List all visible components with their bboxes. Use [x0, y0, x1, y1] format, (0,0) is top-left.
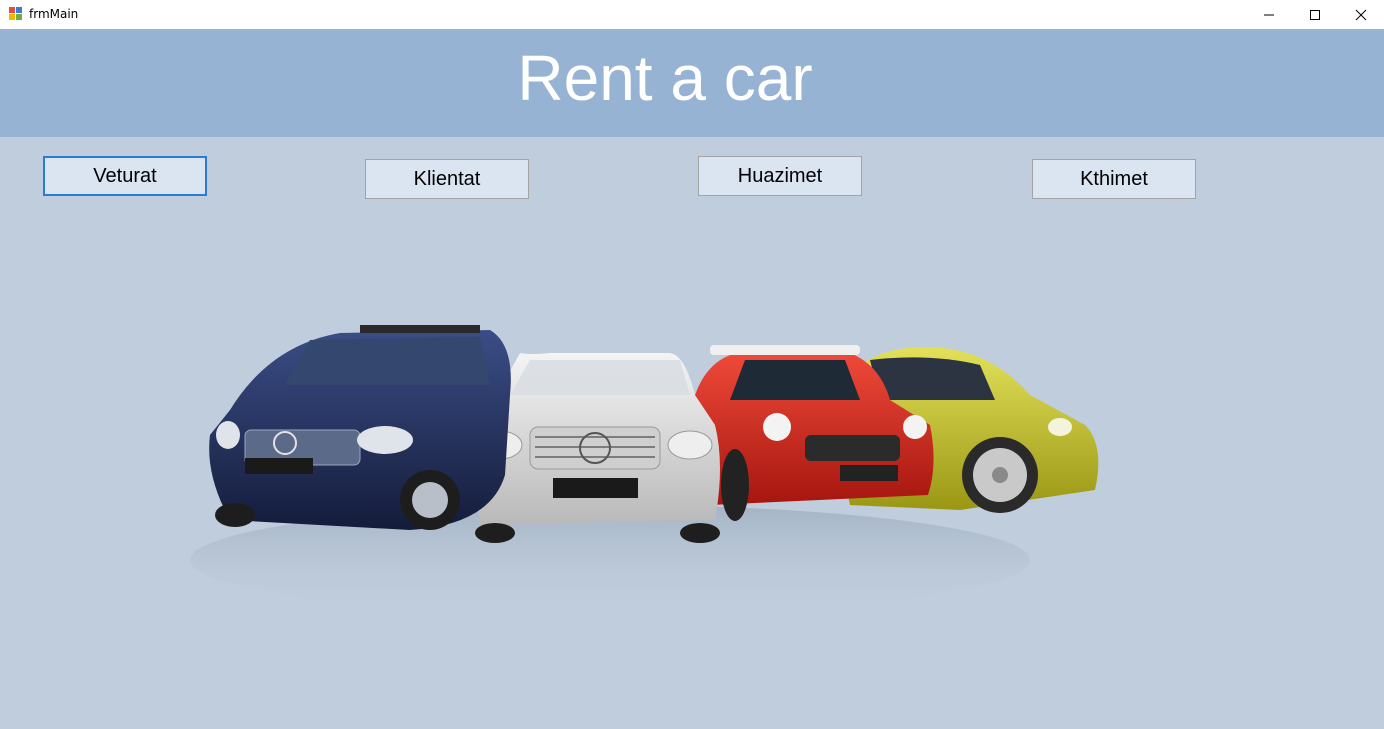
close-icon — [1355, 9, 1367, 20]
minimize-button[interactable] — [1246, 0, 1292, 29]
minimize-icon — [1264, 14, 1274, 15]
cars-image — [190, 325, 1099, 615]
window-titlebar: frmMain — [0, 0, 1384, 29]
veturat-button[interactable]: Veturat — [43, 156, 207, 196]
kthimet-button[interactable]: Kthimet — [1032, 159, 1196, 199]
blue-car — [209, 325, 511, 530]
app-icon — [9, 7, 22, 20]
huazimet-button[interactable]: Huazimet — [698, 156, 862, 196]
maximize-icon — [1310, 9, 1320, 20]
header-panel: Rent a car — [0, 29, 1384, 137]
close-button[interactable] — [1338, 0, 1384, 29]
maximize-button[interactable] — [1292, 0, 1338, 29]
silver-car — [475, 353, 720, 543]
page-title: Rent a car — [517, 42, 813, 114]
window-title: frmMain — [29, 7, 79, 21]
klientat-button[interactable]: Klientat — [365, 159, 529, 199]
